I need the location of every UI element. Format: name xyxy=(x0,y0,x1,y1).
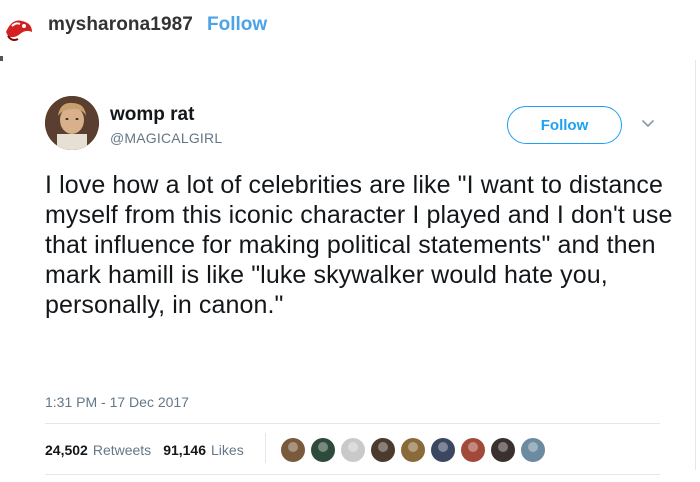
follow-button[interactable]: Follow xyxy=(507,106,622,144)
liker-avatar[interactable] xyxy=(460,437,486,463)
liker-avatar[interactable] xyxy=(430,437,456,463)
liker-avatar[interactable] xyxy=(310,437,336,463)
liker-avatars xyxy=(280,437,546,463)
liker-avatar[interactable] xyxy=(370,437,396,463)
liker-avatar[interactable] xyxy=(520,437,546,463)
retweets-label: Retweets xyxy=(92,442,152,458)
liker-avatar[interactable] xyxy=(280,437,306,463)
reposter-avatar[interactable] xyxy=(2,12,36,46)
reposter-username[interactable]: mysharona1987 xyxy=(48,14,193,36)
likes-count: 91,146 xyxy=(163,442,207,458)
author-avatar[interactable] xyxy=(45,96,99,150)
divider xyxy=(45,423,660,424)
screenshot: mysharona1987 Follow womp rat @MAGICALGI… xyxy=(0,0,700,482)
stats-separator xyxy=(265,433,266,463)
retweets-count: 24,502 xyxy=(45,442,88,458)
repost-header: mysharona1987 Follow xyxy=(0,0,700,56)
chevron-down-icon[interactable] xyxy=(640,117,656,131)
liker-avatar[interactable] xyxy=(340,437,366,463)
liker-avatar[interactable] xyxy=(400,437,426,463)
liker-avatar[interactable] xyxy=(490,437,516,463)
tweet-stats: 24,502 Retweets 91,146 Likes xyxy=(45,442,256,458)
tweet-timestamp[interactable]: 1:31 PM - 17 Dec 2017 xyxy=(45,394,189,410)
divider xyxy=(45,474,660,475)
header-follow-button[interactable]: Follow xyxy=(207,14,267,36)
retweets-stat[interactable]: 24,502 Retweets xyxy=(45,442,163,458)
corner-mark xyxy=(0,56,3,61)
author-handle[interactable]: @MAGICALGIRL xyxy=(110,130,222,146)
likes-label: Likes xyxy=(211,442,244,458)
likes-stat[interactable]: 91,146 Likes xyxy=(163,442,256,458)
tweet-text: I love how a lot of celebrities are like… xyxy=(45,171,673,319)
right-border xyxy=(695,60,696,470)
author-name[interactable]: womp rat xyxy=(110,104,194,126)
